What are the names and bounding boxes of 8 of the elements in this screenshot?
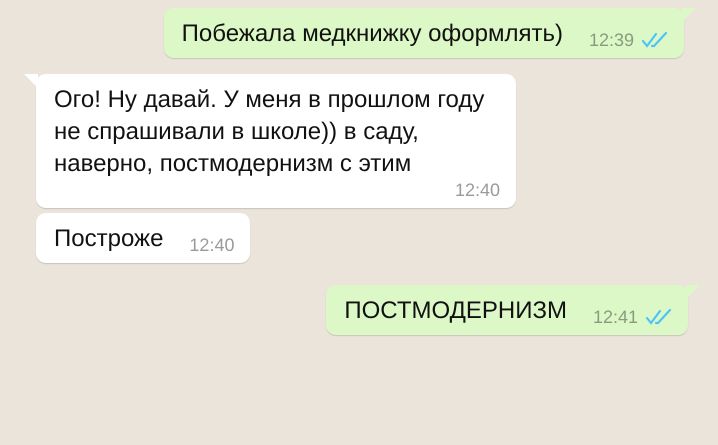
message-time: 12:40 xyxy=(189,235,234,255)
message-text: ПОСТМОДЕРНИЗМ xyxy=(344,296,567,326)
message-time: 12:41 xyxy=(592,307,638,327)
message-text: Построже xyxy=(54,224,164,254)
message-time: 12:40 xyxy=(454,180,500,200)
message-text: Побежала медкнижку оформлять) xyxy=(182,19,563,49)
message-text: Ого! Ну давай. У меня в прошлом году не спрашивали в школе)) в саду, наверно, постмодернизм с этим xyxy=(54,85,486,179)
message-time: 12:39 xyxy=(588,30,634,50)
